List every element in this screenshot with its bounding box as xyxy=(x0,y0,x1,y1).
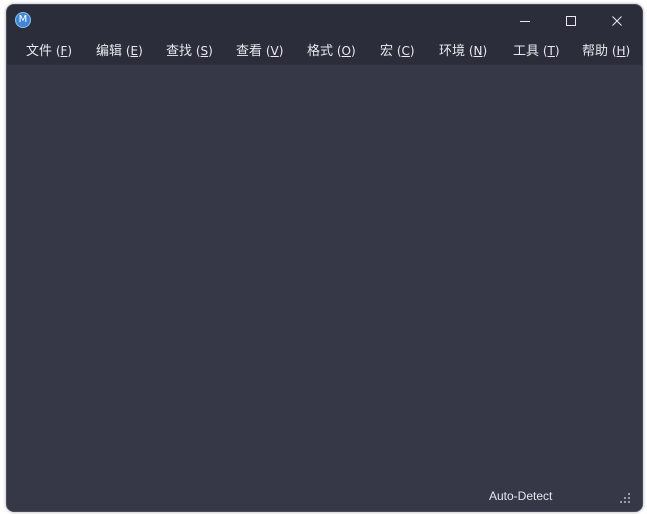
menu-view[interactable]: 查看 (V) xyxy=(236,42,283,60)
menu-shortcut: (V) xyxy=(262,44,284,58)
menu-label: 查找 xyxy=(166,44,193,59)
menu-label: 环境 xyxy=(439,44,466,59)
menu-shortcut: (T) xyxy=(539,44,560,58)
menu-shortcut: (C) xyxy=(393,44,415,58)
menu-label: 工具 xyxy=(513,44,540,59)
menu-shortcut: (N) xyxy=(465,44,488,58)
maximize-button[interactable] xyxy=(548,5,594,36)
close-icon xyxy=(612,15,622,26)
title-bar[interactable]: M xyxy=(7,5,642,36)
menu-label: 查看 xyxy=(236,44,263,59)
menu-environment[interactable]: 环境 (N) xyxy=(439,42,487,60)
menu-help[interactable]: 帮助 (H) xyxy=(582,42,630,60)
menu-macro[interactable]: 宏 (C) xyxy=(380,42,415,60)
status-bar: Auto-Detect xyxy=(7,483,642,511)
menu-tools[interactable]: 工具 (T) xyxy=(513,42,560,60)
menu-label: 文件 xyxy=(26,44,53,59)
menu-label: 格式 xyxy=(307,44,334,59)
menu-search[interactable]: 查找 (S) xyxy=(166,42,213,60)
menu-edit[interactable]: 编辑 (E) xyxy=(96,42,143,60)
encoding-indicator[interactable]: Auto-Detect xyxy=(489,488,552,504)
app-icon[interactable]: M xyxy=(15,12,31,28)
menu-shortcut: (H) xyxy=(608,44,631,58)
minimize-icon xyxy=(520,20,530,22)
menu-label: 帮助 xyxy=(582,44,609,59)
editor-area[interactable] xyxy=(7,65,642,483)
close-button[interactable] xyxy=(594,5,640,36)
menu-format[interactable]: 格式 (O) xyxy=(307,42,356,60)
app-window: M 文件 (F) 编辑 (E) 查找 (S) 查看 (V) 格式 (O) 宏 (… xyxy=(6,4,643,512)
menu-label: 编辑 xyxy=(96,44,123,59)
menu-shortcut: (E) xyxy=(122,44,143,58)
maximize-icon xyxy=(566,15,576,26)
minimize-button[interactable] xyxy=(502,5,548,36)
menu-bar: 文件 (F) 编辑 (E) 查找 (S) 查看 (V) 格式 (O) 宏 (C)… xyxy=(7,36,642,65)
menu-shortcut: (F) xyxy=(52,44,73,58)
menu-file[interactable]: 文件 (F) xyxy=(26,42,72,60)
menu-shortcut: (O) xyxy=(333,44,356,58)
menu-shortcut: (S) xyxy=(192,44,213,58)
menu-label: 宏 xyxy=(380,44,394,59)
resize-grip-icon[interactable] xyxy=(619,492,631,504)
